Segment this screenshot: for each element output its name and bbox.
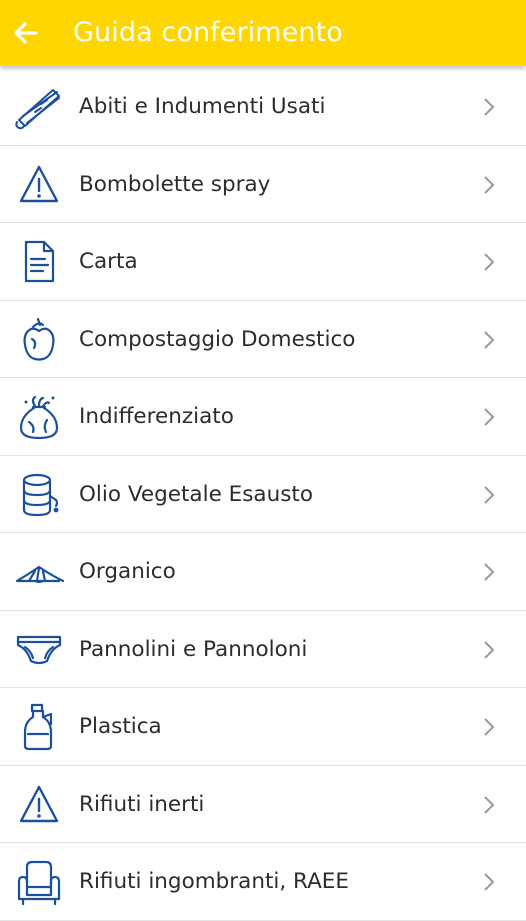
list-item-label: Plastica [79,714,162,739]
arrow-left-icon [14,22,38,44]
list-item-label: Rifiuti ingombranti, RAEE [79,869,349,894]
warning-triangle-icon [19,785,59,822]
list-item-ingombranti[interactable]: Rifiuti ingombranti, RAEE [0,843,526,921]
chevron-right-icon [484,718,495,736]
list-item-label: Abiti e Indumenti Usati [79,94,326,119]
back-button[interactable] [6,13,46,53]
list-item-compostaggio[interactable]: Compostaggio Domestico [0,300,526,378]
chevron-right-icon [484,795,495,814]
list-item-pannolini[interactable]: Pannolini e Pannoloni [0,610,526,688]
list-item-abiti[interactable]: Abiti e Indumenti Usati [0,68,526,146]
apple-core-icon [23,317,55,361]
list-item-olio[interactable]: Olio Vegetale Esausto [0,455,526,533]
chevron-right-icon [484,485,495,504]
list-item-bombolette[interactable]: Bombolette spray [0,145,526,223]
clothes-hanger-icon [15,89,60,130]
list-item-label: Organico [79,559,176,584]
chevron-right-icon [484,873,495,891]
chevron-right-icon [484,98,495,116]
list-item-indifferenziato[interactable]: Indifferenziato [0,378,526,456]
plastic-bottle-icon [23,703,53,751]
trash-bag-icon [19,395,59,440]
list-item-label: Indifferenziato [79,404,234,429]
diaper-icon [16,635,62,664]
list-item-label: Pannolini e Pannoloni [79,636,308,662]
list-item-label: Compostaggio Domestico [79,326,356,352]
chevron-right-icon [484,330,495,349]
list-item-rifiuti-inerti[interactable]: Rifiuti inerti [0,765,526,843]
list-item-carta[interactable]: Carta [0,223,526,301]
list-item-label: Bombolette spray [79,171,271,197]
chevron-right-icon [484,563,495,581]
list-item-label: Olio Vegetale Esausto [79,481,314,507]
waste-category-list: Abiti e Indumenti Usati Bombolette spray… [0,68,526,921]
paper-document-icon [24,240,55,283]
chevron-right-icon [484,408,495,426]
list-item-label: Rifiuti inerti [79,791,205,817]
chevron-right-icon [484,175,495,194]
chevron-right-icon [484,640,495,659]
list-item-plastica[interactable]: Plastica [0,688,526,766]
app-bar: Guida conferimento [0,0,526,66]
list-item-organico[interactable]: Organico [0,533,526,611]
page-title: Guida conferimento [73,17,343,48]
warning-triangle-icon [19,165,59,202]
fish-bones-icon [15,565,65,583]
list-item-label: Carta [79,249,138,274]
chevron-right-icon [484,253,495,271]
oil-drum-icon [22,473,59,516]
